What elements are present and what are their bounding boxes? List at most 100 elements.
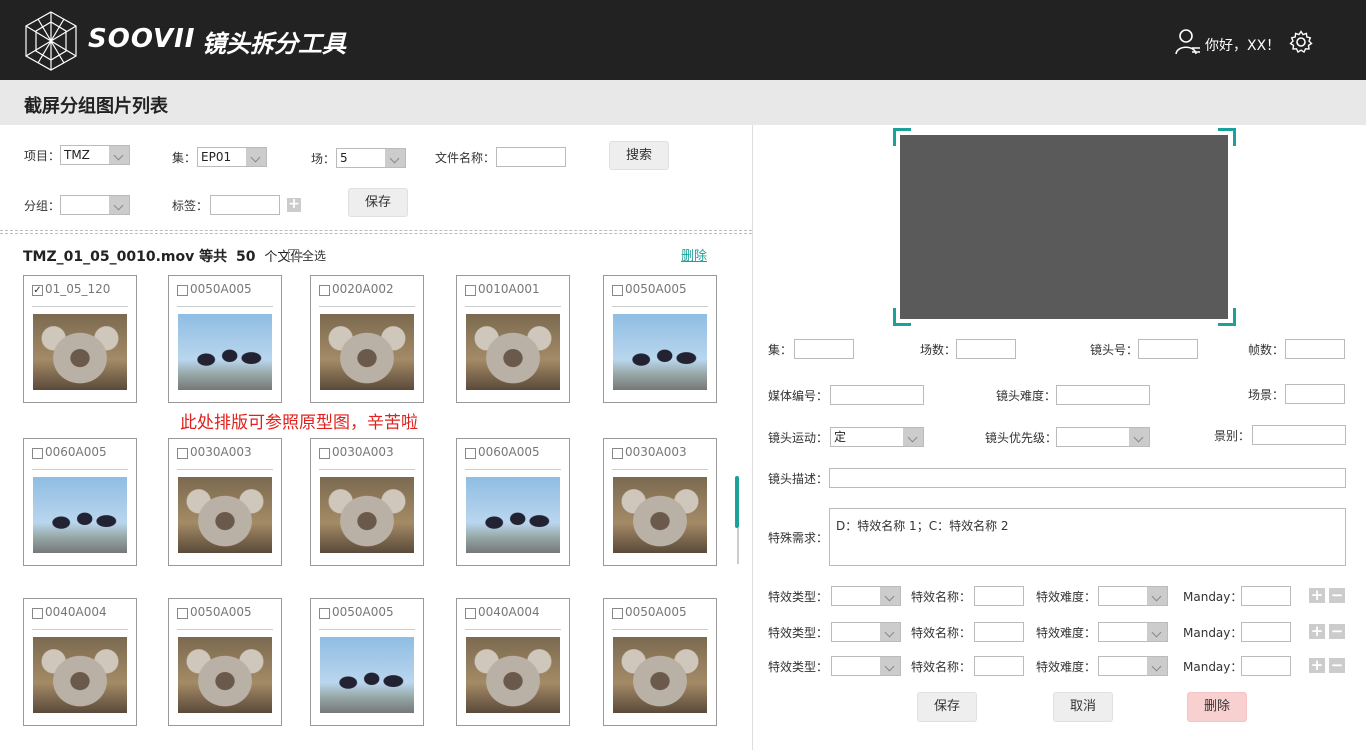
card-name: 0030A003: [332, 445, 394, 459]
remove-fx-button[interactable]: −: [1329, 588, 1345, 603]
add-tag-button[interactable]: +: [287, 197, 301, 212]
fx-name-label: 特效名称：: [911, 626, 972, 640]
desc-input[interactable]: [829, 468, 1346, 488]
chevron-down-icon: [109, 146, 129, 164]
remove-fx-button[interactable]: −: [1329, 624, 1345, 639]
thumbnail-card[interactable]: 0050A005: [603, 598, 717, 726]
user-icon[interactable]: [1175, 27, 1201, 55]
fx-name-input[interactable]: [974, 586, 1024, 606]
card-checkbox[interactable]: [612, 448, 623, 459]
group-select[interactable]: [60, 195, 130, 215]
penguin-thumbnail: [466, 477, 560, 553]
penguin-thumbnail: [178, 314, 272, 390]
frames-input[interactable]: [1285, 339, 1345, 359]
setting-input[interactable]: [1285, 384, 1345, 404]
thumbnail-card[interactable]: 0040A004: [456, 598, 570, 726]
remove-fx-button[interactable]: −: [1329, 658, 1345, 673]
priority-label: 镜头优先级：: [985, 431, 1058, 445]
fx-name-input[interactable]: [974, 622, 1024, 642]
priority-select[interactable]: [1056, 427, 1150, 447]
thumbnail-card[interactable]: 0050A005: [310, 598, 424, 726]
thumbnail-card[interactable]: 0050A005: [603, 275, 717, 403]
episode-select[interactable]: EP01: [197, 147, 267, 167]
add-fx-button[interactable]: +: [1309, 624, 1325, 639]
delete-link[interactable]: 删除: [681, 245, 707, 264]
card-checkbox[interactable]: [465, 448, 476, 459]
fx-difficulty-label: 特效难度：: [1036, 590, 1097, 604]
project-select[interactable]: TMZ: [60, 145, 130, 165]
scene-count-input[interactable]: [956, 339, 1016, 359]
fx-name-input[interactable]: [974, 656, 1024, 676]
fx-type-select[interactable]: [831, 586, 901, 606]
card-checkbox[interactable]: [612, 285, 623, 296]
select-all-label: 全选: [302, 249, 327, 263]
desc-label: 镜头描述：: [768, 472, 829, 486]
card-checkbox[interactable]: [32, 608, 43, 619]
delete-button[interactable]: 删除: [1187, 692, 1247, 722]
media-input[interactable]: [830, 385, 924, 405]
dashed-divider: [0, 230, 752, 234]
thumbnail-card[interactable]: 0060A005: [23, 438, 137, 566]
chevron-down-icon: [903, 428, 923, 446]
gear-icon[interactable]: [1289, 30, 1313, 54]
add-fx-button[interactable]: +: [1309, 588, 1325, 603]
card-checkbox[interactable]: [319, 608, 330, 619]
shot-size-input[interactable]: [1252, 425, 1346, 445]
thumbnail-card[interactable]: 0010A001: [456, 275, 570, 403]
tag-input[interactable]: [210, 195, 280, 215]
card-checkbox[interactable]: [465, 285, 476, 296]
card-checkbox[interactable]: [319, 285, 330, 296]
card-checkbox[interactable]: [177, 608, 188, 619]
shot-no-input[interactable]: [1138, 339, 1198, 359]
fx-type-select[interactable]: [831, 622, 901, 642]
card-checkbox[interactable]: [612, 608, 623, 619]
thumbnail-card[interactable]: 0020A002: [310, 275, 424, 403]
card-separator: [177, 306, 273, 307]
thumbnail-card[interactable]: 0040A004: [23, 598, 137, 726]
tag-label: 标签：: [172, 199, 209, 213]
scene-select[interactable]: 5: [336, 148, 406, 168]
thumbnail-card[interactable]: ✓ 01_05_120: [23, 275, 137, 403]
manday-input[interactable]: [1241, 622, 1291, 642]
chevron-down-icon: [880, 657, 900, 675]
filename-input[interactable]: [496, 147, 566, 167]
penguin-thumbnail: [33, 477, 127, 553]
scroll-track: [737, 528, 739, 564]
thumbnail-card[interactable]: 0030A003: [168, 438, 282, 566]
card-checkbox[interactable]: [177, 448, 188, 459]
card-checkbox[interactable]: ✓: [32, 285, 43, 296]
motion-select[interactable]: 定: [830, 427, 924, 447]
fx-difficulty-select[interactable]: [1098, 622, 1168, 642]
fx-difficulty-select[interactable]: [1098, 586, 1168, 606]
add-fx-button[interactable]: +: [1309, 658, 1325, 673]
fx-type-select[interactable]: [831, 656, 901, 676]
card-checkbox[interactable]: [177, 285, 188, 296]
special-textarea[interactable]: D：特效名称 1；C：特效名称 2: [829, 508, 1346, 566]
thumbnail-card[interactable]: 0060A005: [456, 438, 570, 566]
card-checkbox[interactable]: [465, 608, 476, 619]
thumbnail-card[interactable]: 0030A003: [310, 438, 424, 566]
preview-corner: [1218, 128, 1236, 146]
manday-input[interactable]: [1241, 586, 1291, 606]
koala-thumbnail: [320, 314, 414, 390]
detail-episode-input[interactable]: [794, 339, 854, 359]
fx-difficulty-select[interactable]: [1098, 656, 1168, 676]
select-all-checkbox[interactable]: [288, 249, 299, 260]
save-button[interactable]: 保存: [917, 692, 977, 722]
shot-size-label: 景别：: [1214, 429, 1251, 443]
card-separator: [177, 469, 273, 470]
scrollbar-thumb[interactable]: [735, 476, 739, 528]
card-checkbox[interactable]: [319, 448, 330, 459]
search-button[interactable]: 搜索: [609, 141, 669, 170]
thumbnail-card[interactable]: 0030A003: [603, 438, 717, 566]
chevron-down-icon: [1147, 657, 1167, 675]
save-filter-button[interactable]: 保存: [348, 188, 408, 217]
shot-difficulty-input[interactable]: [1056, 385, 1150, 405]
thumbnail-card[interactable]: 0050A005: [168, 275, 282, 403]
cancel-button[interactable]: 取消: [1053, 692, 1113, 722]
thumbnail-card[interactable]: 0050A005: [168, 598, 282, 726]
manday-input[interactable]: [1241, 656, 1291, 676]
scene-count-label: 场数：: [920, 343, 957, 357]
card-checkbox[interactable]: [32, 448, 43, 459]
card-separator: [612, 469, 708, 470]
